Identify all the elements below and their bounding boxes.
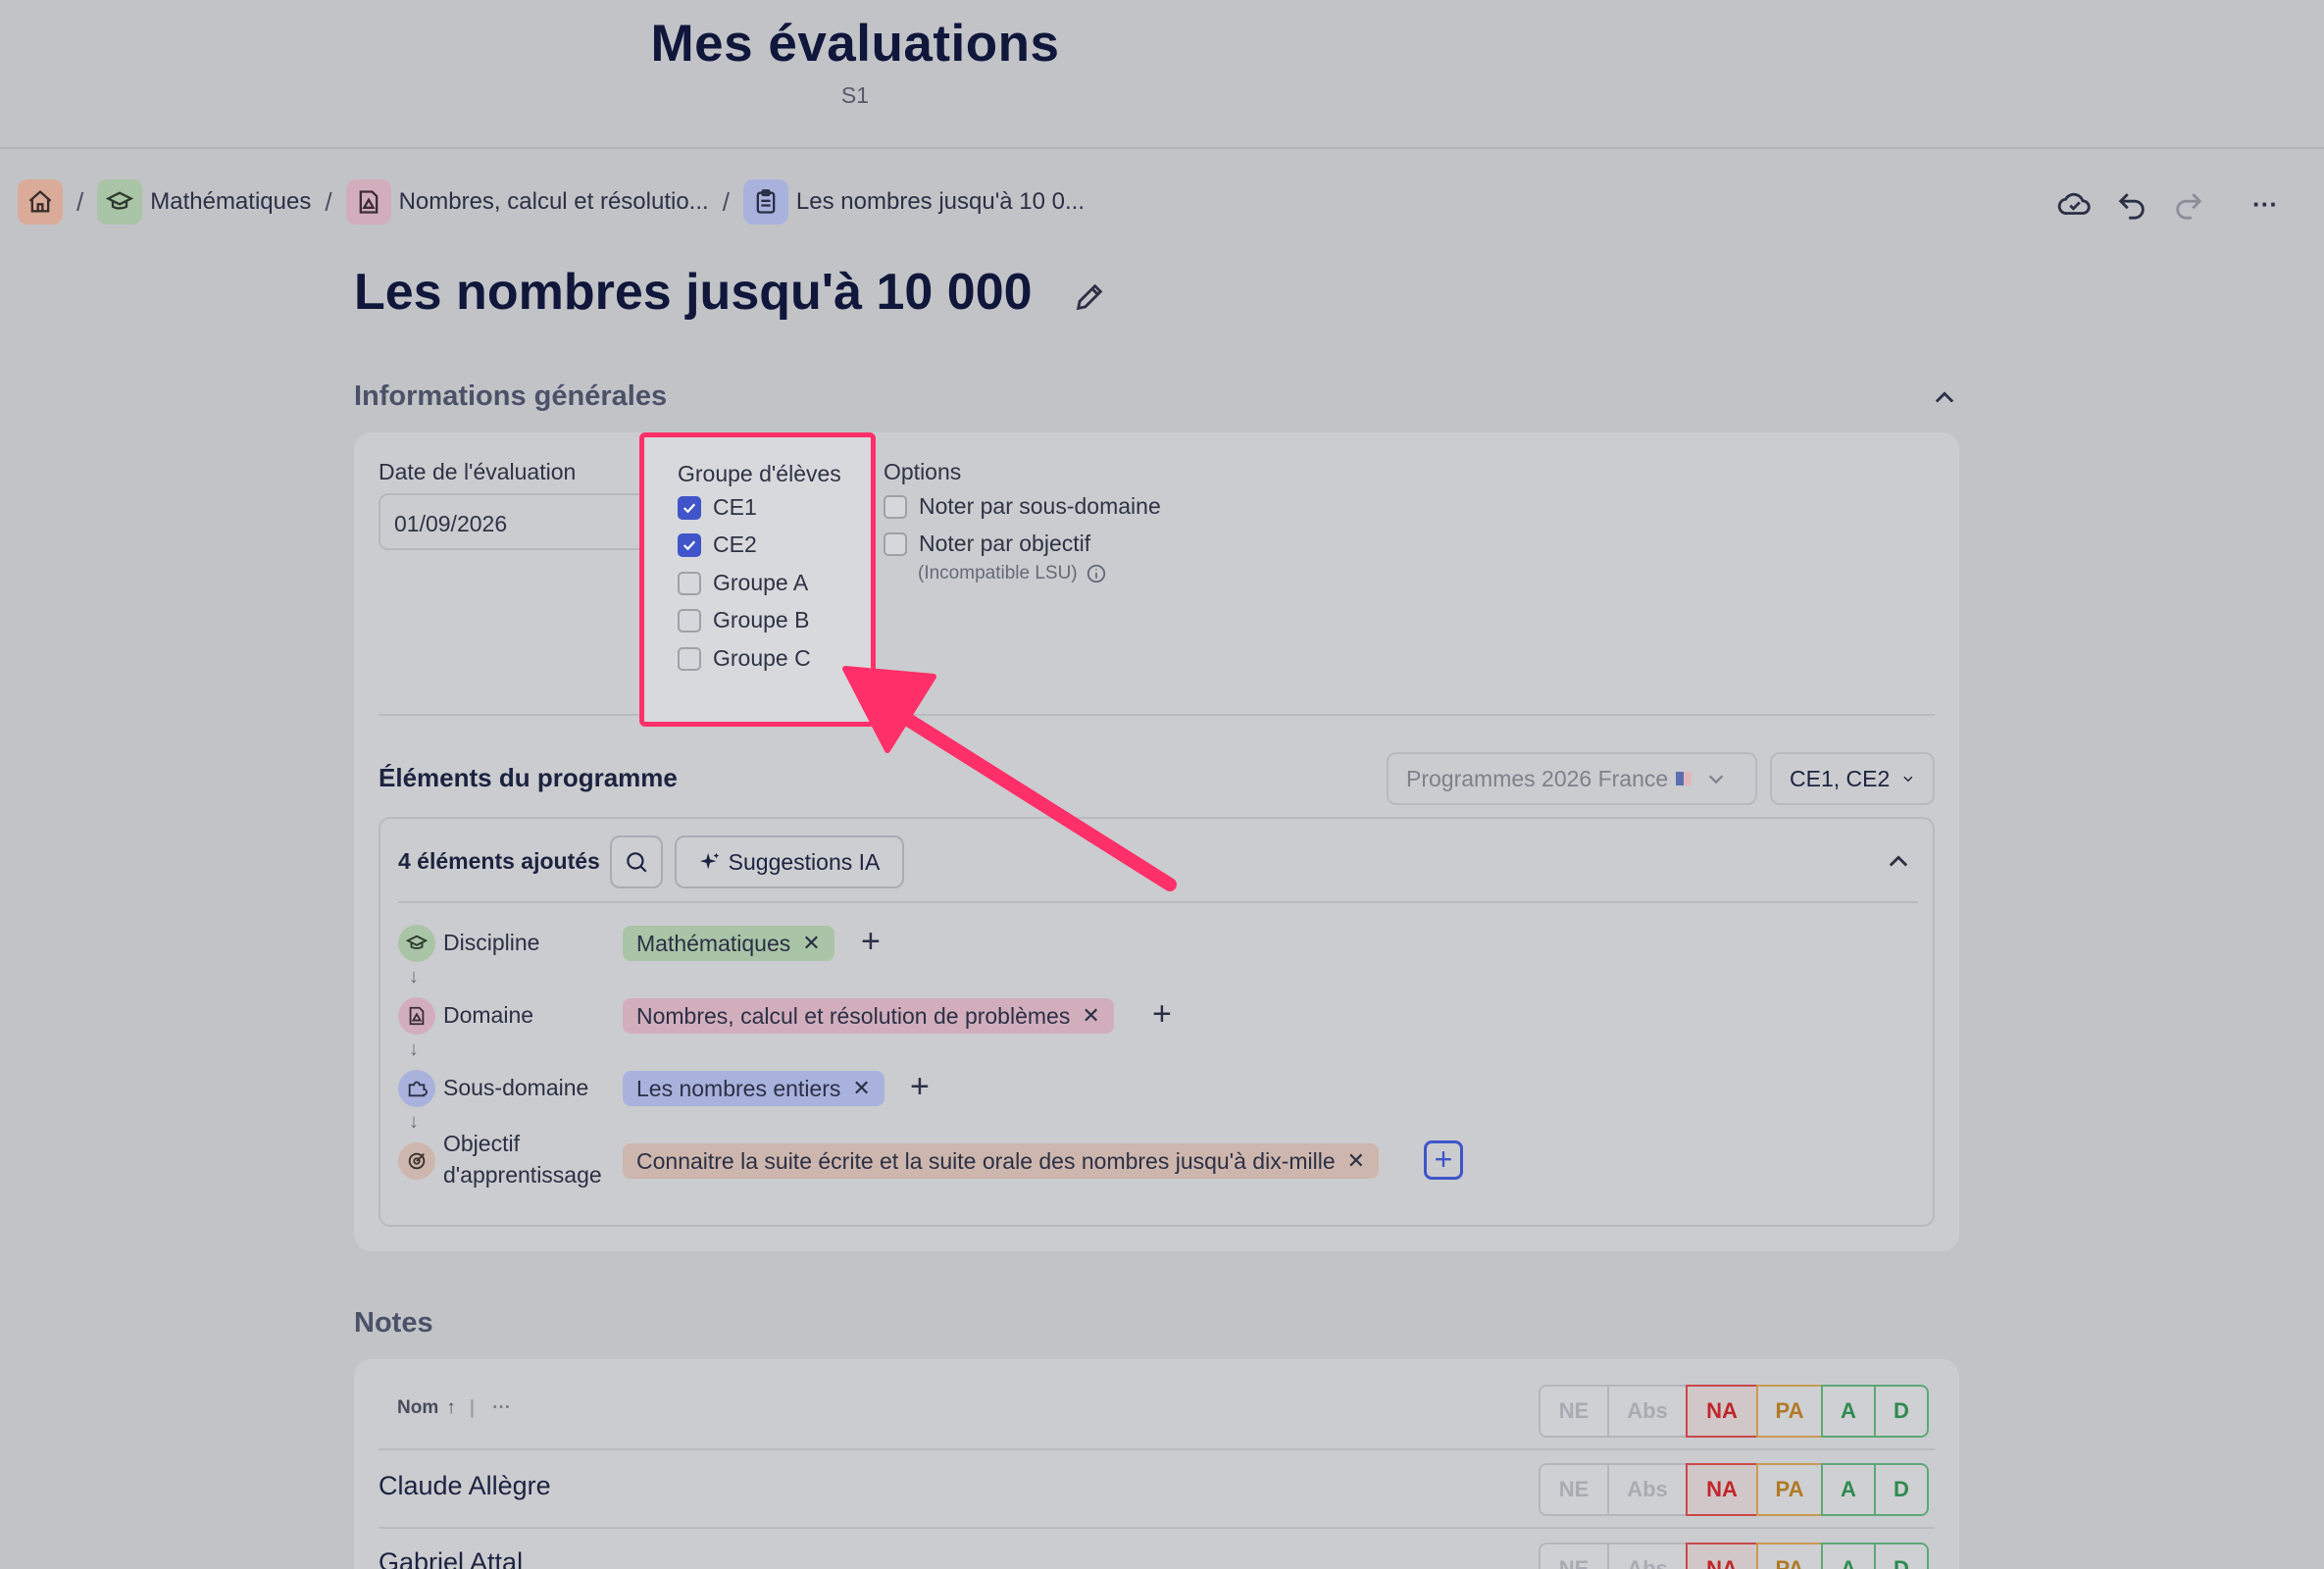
divider xyxy=(379,1527,1935,1529)
notes-section-title: Notes xyxy=(354,1307,433,1339)
grade-ne[interactable]: NE xyxy=(1539,1463,1609,1516)
grade-d[interactable]: D xyxy=(1874,1385,1929,1438)
grade-a[interactable]: A xyxy=(1821,1463,1876,1516)
sort-arrow-icon: ↑ xyxy=(446,1397,456,1418)
sort-by-name[interactable]: Nom ↑ | ··· xyxy=(397,1397,511,1419)
student-grades: NE Abs NA PA A D xyxy=(1539,1463,1929,1516)
grade-na[interactable]: NA xyxy=(1686,1385,1758,1438)
grade-ne[interactable]: NE xyxy=(1539,1543,1609,1569)
student-grades: NE Abs NA PA A D xyxy=(1539,1543,1929,1569)
annotation-arrow xyxy=(842,666,1177,891)
grade-abs[interactable]: Abs xyxy=(1607,1385,1688,1438)
grade-abs[interactable]: Abs xyxy=(1607,1463,1688,1516)
grade-header: NE Abs NA PA A D xyxy=(1539,1385,1929,1438)
more-icon[interactable]: ··· xyxy=(492,1397,511,1419)
grade-a[interactable]: A xyxy=(1821,1385,1876,1438)
grade-ne[interactable]: NE xyxy=(1539,1385,1609,1438)
grade-na[interactable]: NA xyxy=(1686,1543,1758,1569)
notes-card: Nom ↑ | ··· NE Abs NA PA A D Claude Allè… xyxy=(354,1359,1959,1569)
grade-a[interactable]: A xyxy=(1821,1543,1876,1569)
grade-pa[interactable]: PA xyxy=(1756,1543,1823,1569)
grade-na[interactable]: NA xyxy=(1686,1463,1758,1516)
grade-abs[interactable]: Abs xyxy=(1607,1543,1688,1569)
grade-pa[interactable]: PA xyxy=(1756,1463,1823,1516)
column-separator: | xyxy=(469,1397,476,1418)
grade-d[interactable]: D xyxy=(1874,1463,1929,1516)
student-name: Gabriel Attal xyxy=(379,1547,524,1569)
grade-pa[interactable]: PA xyxy=(1756,1385,1823,1438)
divider xyxy=(379,1448,1935,1450)
student-name: Claude Allègre xyxy=(379,1471,551,1500)
grade-d[interactable]: D xyxy=(1874,1543,1929,1569)
